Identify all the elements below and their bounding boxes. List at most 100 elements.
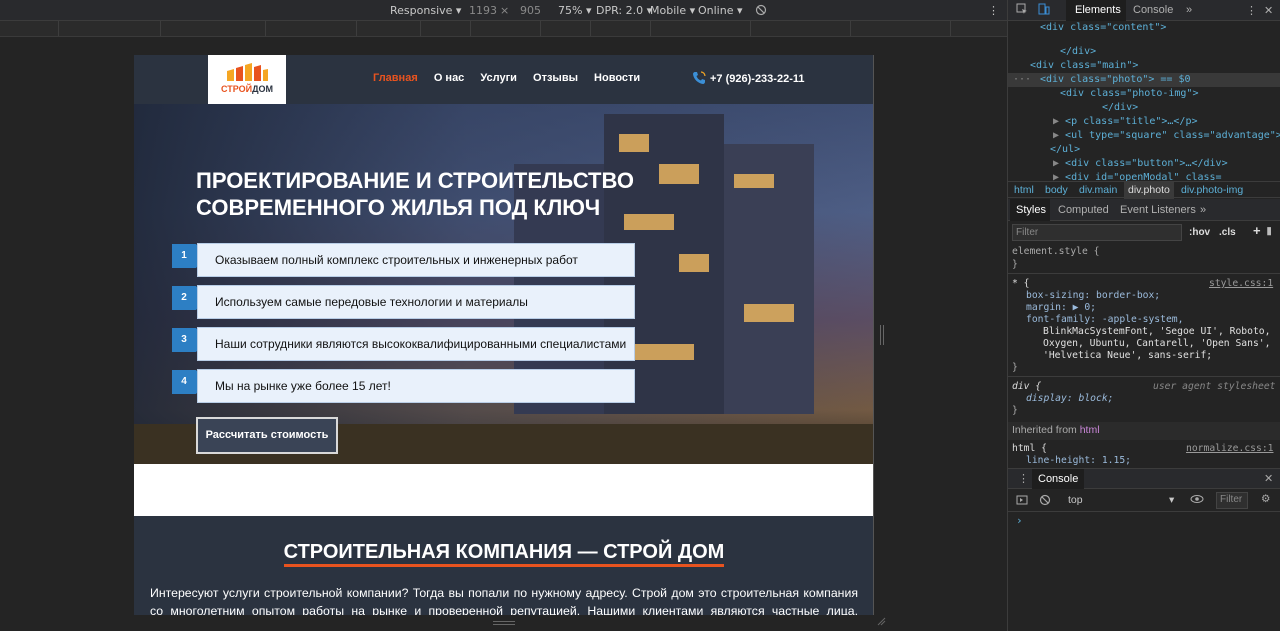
console-sidebar-icon[interactable]: [1016, 494, 1028, 509]
element-style-rule[interactable]: element.style {: [1012, 246, 1100, 258]
dom-line[interactable]: </div>: [1060, 45, 1096, 59]
network-select[interactable]: Online ▾: [698, 4, 743, 17]
normalize-css-link[interactable]: normalize.css:1: [1186, 443, 1274, 455]
zoom-select[interactable]: 75% ▾: [558, 4, 591, 17]
console-settings-icon[interactable]: ⚙: [1261, 493, 1270, 505]
logo-text-part1: СТРОЙ: [220, 84, 253, 94]
drawer-menu-icon[interactable]: ⋮: [1018, 472, 1029, 485]
tab-console-drawer[interactable]: Console: [1032, 469, 1085, 489]
context-select[interactable]: top: [1068, 494, 1083, 506]
rule-divider: [1008, 376, 1280, 377]
header-phone[interactable]: +7 (926)-233-22-11: [692, 71, 804, 85]
close-drawer-icon[interactable]: ✕: [1264, 472, 1273, 485]
hero-title-line1: ПРОЕКТИРОВАНИЕ И СТРОИТЕЛЬСТВО: [196, 168, 634, 193]
console-drawer-tabbar: ⋮ Console ✕: [1008, 468, 1280, 489]
more-tabs-icon[interactable]: »: [1186, 4, 1192, 16]
prop-margin[interactable]: margin: ▶ 0;: [1026, 302, 1096, 314]
dom-line[interactable]: <div class="main">: [1030, 59, 1138, 73]
dom-line-text: <div class="main">: [1030, 60, 1139, 71]
nav-item-services[interactable]: Услуги: [480, 72, 517, 84]
resize-handle-bottom[interactable]: [493, 621, 515, 625]
eye-icon[interactable]: [1190, 493, 1204, 508]
width-input[interactable]: 1193: [469, 4, 497, 17]
dom-line-selected[interactable]: <div class="photo"> == $0: [1040, 73, 1191, 87]
hero-title-line2: СОВРЕМЕННОГО ЖИЛЬЯ ПОД КЛЮЧ: [196, 195, 601, 220]
more-options-icon[interactable]: ⋮: [988, 4, 999, 17]
ruler-tick: [160, 21, 161, 36]
prop-line-height[interactable]: line-height: 1.15;: [1026, 455, 1131, 467]
dom-line[interactable]: ▶ <div class="button">…</div>: [1053, 157, 1228, 171]
dom-line[interactable]: <div class="content">: [1040, 21, 1166, 35]
breadcrumb-body[interactable]: body: [1045, 184, 1068, 196]
ruler-tick: [265, 21, 266, 36]
dom-line-text: <div id="openModal" class=: [1065, 172, 1222, 181]
breadcrumb-div-main[interactable]: div.main: [1079, 184, 1117, 196]
advantage-text: Оказываем полный комплекс строительных и…: [197, 243, 635, 277]
network-label: Online: [698, 4, 734, 17]
add-rule-icon[interactable]: +: [1253, 223, 1261, 238]
inherited-header: Inherited from html: [1008, 422, 1280, 440]
styles-tabbar: Styles Computed Event Listeners »: [1008, 199, 1280, 221]
prop-font-family-cont: 'Helvetica Neue', sans-serif;: [1043, 350, 1213, 361]
cls-toggle[interactable]: .cls: [1219, 227, 1236, 238]
ruler-tick: [470, 21, 471, 36]
company-section: СТРОИТЕЛЬНАЯ КОМПАНИЯ — СТРОЙ ДОМ Интере…: [134, 516, 874, 615]
tab-styles[interactable]: Styles: [1016, 204, 1046, 216]
styles-filter-input[interactable]: Filter: [1012, 224, 1182, 241]
hov-toggle[interactable]: :hov: [1189, 227, 1210, 238]
context-dropdown-icon[interactable]: ▾: [1169, 494, 1174, 506]
section-text: Интересуют услуги строительной компании?…: [150, 586, 858, 615]
sidebar-toggle-icon[interactable]: ⫴: [1267, 227, 1271, 238]
nav-item-about[interactable]: О нас: [434, 72, 465, 84]
tab-elements[interactable]: Elements: [1075, 4, 1121, 16]
clear-console-icon[interactable]: [1039, 494, 1051, 509]
style-css-link[interactable]: style.css:1: [1209, 278, 1273, 290]
console-filter-input[interactable]: Filter: [1216, 492, 1248, 509]
tab-event-listeners[interactable]: Event Listeners: [1120, 204, 1196, 216]
inspect-icon[interactable]: [1016, 3, 1028, 18]
dom-line-ellipsis: ···: [1013, 74, 1032, 85]
dom-line[interactable]: ▶ <p class="title">…</p>: [1053, 115, 1198, 129]
height-input[interactable]: 905: [520, 4, 541, 17]
star-rule-selector[interactable]: * {: [1012, 278, 1030, 290]
resize-corner-icon[interactable]: [876, 616, 886, 626]
breadcrumb-div-photo-img[interactable]: div.photo-img: [1181, 184, 1243, 196]
console-prompt[interactable]: ›: [1016, 514, 1023, 527]
prop-font-family[interactable]: font-family: -apple-system,: [1026, 314, 1183, 326]
device-select[interactable]: Responsive ▾: [390, 4, 461, 17]
dom-line-text: </div>: [1102, 102, 1139, 113]
nav-item-news[interactable]: Новости: [594, 72, 640, 84]
more-subtabs-icon[interactable]: »: [1200, 204, 1206, 216]
prop-display[interactable]: display: block;: [1026, 393, 1114, 405]
dom-line[interactable]: ▶ <ul type="square" class="advantage">: [1053, 129, 1280, 143]
ua-stylesheet-label: user agent stylesheet: [1153, 381, 1276, 392]
dom-line[interactable]: ▶ <div id="openModal" class=: [1053, 171, 1222, 181]
breadcrumb-html[interactable]: html: [1014, 184, 1034, 196]
rotate-icon[interactable]: [755, 4, 767, 19]
dom-line-text: <ul type="square" class="advantage">: [1065, 130, 1280, 141]
prop-box-sizing[interactable]: box-sizing: border-box;: [1026, 290, 1160, 302]
resize-handle-right[interactable]: [880, 325, 884, 345]
dpr-select[interactable]: DPR: 2.0 ▾: [596, 4, 652, 17]
site-logo[interactable]: СТРОЙДОМ: [208, 55, 286, 104]
breadcrumb-div-photo[interactable]: div.photo: [1124, 182, 1174, 199]
inherited-tag[interactable]: html: [1080, 424, 1100, 436]
dom-line-text: <p class="title">…</p>: [1065, 116, 1198, 127]
site-header: СТРОЙДОМ Главная О нас Услуги Отзывы Нов…: [134, 55, 874, 104]
device-toggle-icon[interactable]: [1038, 3, 1050, 18]
devtools-menu-icon[interactable]: ⋮: [1246, 4, 1257, 17]
nav-item-reviews[interactable]: Отзывы: [533, 72, 578, 84]
dom-line[interactable]: <div class="photo-img">: [1060, 87, 1198, 101]
html-rule-selector[interactable]: html {: [1012, 443, 1047, 455]
tab-console[interactable]: Console: [1133, 4, 1173, 16]
close-devtools-icon[interactable]: ✕: [1264, 4, 1273, 17]
div-rule-selector[interactable]: div {: [1012, 381, 1041, 393]
devtools-panel: Elements Console » ⋮ ✕ <div class="conte…: [1007, 0, 1280, 631]
nav-item-home[interactable]: Главная: [373, 72, 418, 84]
dom-line[interactable]: </div>: [1102, 101, 1138, 115]
calculate-cost-button[interactable]: Рассчитать стоимость: [196, 417, 338, 454]
dom-line[interactable]: </ul>: [1050, 143, 1080, 157]
tab-computed[interactable]: Computed: [1058, 204, 1109, 216]
hero-window: [734, 174, 774, 188]
mode-select[interactable]: Mobile ▾: [650, 4, 695, 17]
